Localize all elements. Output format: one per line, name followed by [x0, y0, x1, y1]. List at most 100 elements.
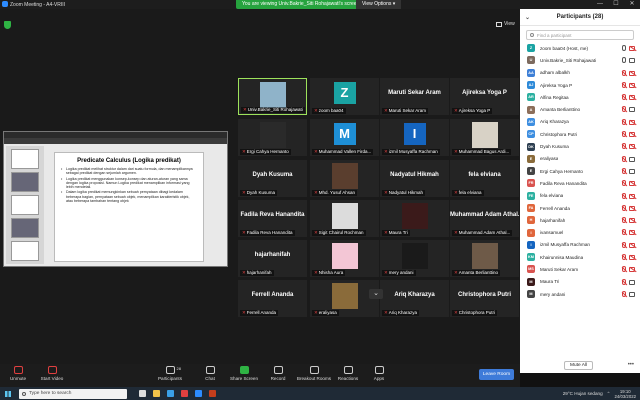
participant-name: hajarhanifah — [540, 217, 566, 223]
participant-row[interactable]: Mmery andani — [520, 288, 640, 300]
video-tile[interactable]: fela elviana ✕fela elviana — [450, 160, 519, 197]
participant-avatar: MS — [527, 265, 535, 274]
participant-status-icons — [622, 106, 635, 113]
participant-row[interactable]: MS Maruti Sekar Aram — [520, 263, 640, 275]
participant-row[interactable]: U Univ.Bakrie_Siti Rohajawati — [520, 54, 640, 66]
mute-all-button[interactable]: Mute All — [564, 361, 594, 370]
participant-row[interactable]: CP Christophora Putri — [520, 128, 640, 140]
tile-display-name: Muhammad Adam Athal... — [450, 212, 519, 218]
taskbar-search-input[interactable]: Type here to search — [19, 388, 127, 399]
video-tile[interactable]: Z ✕zoom baa04 — [310, 78, 379, 115]
view-button[interactable]: View — [496, 21, 515, 27]
share-screen-button[interactable]: Share Screen — [226, 366, 262, 381]
more-icon[interactable]: ••• — [628, 362, 634, 368]
unmute-button[interactable]: Unmute — [0, 366, 36, 381]
participant-row[interactable]: AA adham albalkh — [520, 67, 640, 79]
windows-start-icon[interactable] — [5, 390, 11, 397]
video-tile[interactable]: ✕Muhammad Bagus Ardi... — [450, 119, 519, 156]
participant-row[interactable]: Iizmil Musyaffa Rachman — [520, 239, 640, 251]
participant-row[interactable]: Eeraliyasa — [520, 153, 640, 165]
leave-room-button[interactable]: Leave Room — [479, 369, 514, 380]
participant-row[interactable]: FA Ferrell Ananda — [520, 202, 640, 214]
video-tile[interactable]: hajarhanifah ✕hajarhanifah — [238, 240, 307, 277]
clock[interactable]: 19:10 24/03/2022 — [614, 389, 636, 399]
task-view-icon[interactable] — [139, 390, 146, 397]
record-button[interactable]: Record — [260, 366, 296, 381]
microphone-off-icon — [622, 106, 626, 113]
video-tile[interactable]: ✕mery andani — [380, 240, 449, 277]
participant-row[interactable]: AJ Ajireksa Yoga P — [520, 79, 640, 91]
tile-profile-photo — [401, 243, 428, 269]
shield-icon[interactable] — [4, 21, 11, 29]
view-options-button[interactable]: View Options ▾ — [356, 0, 402, 9]
powerpoint-icon[interactable] — [209, 390, 216, 397]
apps-button[interactable]: Apps — [361, 366, 397, 381]
chevron-down-icon[interactable]: ⌄ — [525, 14, 530, 21]
participant-row[interactable]: M Maura Tri — [520, 276, 640, 288]
participant-status-icons — [622, 131, 635, 138]
participant-search-input[interactable]: Find a participant — [526, 30, 634, 40]
participant-row[interactable]: FR Fadila Reva Hanandita — [520, 177, 640, 189]
video-tile[interactable]: ✕Nhisha Aura — [310, 240, 379, 277]
participant-avatar: U — [527, 56, 535, 65]
video-tile[interactable]: ✕Amanta Berlianttino — [450, 240, 519, 277]
participants-button[interactable]: 28 Participants — [152, 366, 188, 381]
video-tile[interactable]: M ✕Muhammad Vallen Firda... — [310, 119, 379, 156]
slide-thumbnail — [11, 195, 39, 215]
video-tile[interactable]: ✕Ergi Cahya Hernanto — [238, 119, 307, 156]
participant-row[interactable]: Zzoom baa04 (Host, me) — [520, 42, 640, 54]
breakout-rooms-button[interactable]: Breakout Rooms — [294, 366, 334, 381]
shared-screen[interactable]: Predicate Calculus (Logika predikat) Log… — [3, 131, 228, 267]
chat-icon — [205, 366, 215, 374]
participant-row[interactable]: FE fela elviana — [520, 190, 640, 202]
chat-button[interactable]: Chat — [192, 366, 228, 381]
network-icon[interactable]: ⌃ — [607, 391, 611, 397]
microphone-off-icon — [622, 229, 626, 236]
participant-row[interactable]: E Ergi Cahya Hernanto — [520, 165, 640, 177]
video-tile[interactable]: ✕Maura Tri — [380, 200, 449, 237]
participant-row[interactable]: Hhajarhanifah — [520, 214, 640, 226]
video-icon — [629, 279, 635, 285]
next-page-chevron-icon[interactable]: ⌄ — [369, 289, 383, 299]
participant-avatar: FA — [527, 204, 535, 212]
participant-name: Alfina Regitaa — [540, 94, 569, 100]
video-tile[interactable]: ✕Sigit Chairul Rochman — [310, 200, 379, 237]
participant-row[interactable]: AR Alfina Regitaa — [520, 91, 640, 103]
tile-name-label: ✕Nadyatul Hikmah — [382, 190, 426, 196]
file-explorer-icon[interactable] — [153, 390, 160, 397]
microphone-off-icon — [622, 254, 626, 261]
chrome-browser-icon[interactable] — [181, 390, 188, 397]
weather-widget[interactable]: 29°C Hujan sedang — [563, 391, 603, 396]
participant-name: zoom baa04 (Host, me) — [540, 45, 588, 51]
video-tile[interactable]: Ajireksa Yoga P ✕Ajireksa Yoga P — [450, 78, 519, 115]
video-tile[interactable]: Ariq Kharazya ✕Ariq Kharazya — [380, 280, 449, 317]
video-tile[interactable]: ✕Mhd. Yusuf Ahsan — [310, 160, 379, 197]
participant-avatar: FR — [527, 179, 535, 188]
video-tile[interactable]: Christophora Putri ✕Christophora Putri — [450, 280, 519, 317]
maximize-button[interactable]: ☐ — [608, 0, 624, 9]
participant-row[interactable]: KM Khairunnisa Maudina — [520, 251, 640, 263]
microphone-off-icon — [13, 366, 23, 374]
video-tile[interactable]: I ✕izmil Musyaffa Rachman — [380, 119, 449, 156]
video-tile[interactable]: ✕Univ.Bakrie_Siti Rohajawati — [238, 78, 307, 115]
video-tile[interactable]: Nadyatul Hikmah ✕Nadyatul Hikmah — [380, 160, 449, 197]
video-tile[interactable]: ✕eraliyasa — [310, 280, 379, 317]
video-tile[interactable]: Ferrell Ananda ✕Ferrell Ananda — [238, 280, 307, 317]
microphone-off-icon: ✕ — [384, 230, 388, 235]
participant-row[interactable]: A Amanta Berlianttino — [520, 103, 640, 115]
video-tile[interactable]: Dyah Kusuma ✕Dyah Kusuma — [238, 160, 307, 197]
video-tile[interactable]: Muhammad Adam Athal... ✕Muhammad Adam Ath… — [450, 200, 519, 237]
start-video-button[interactable]: Start Video — [34, 366, 70, 381]
participant-row[interactable]: Iivansamuel — [520, 226, 640, 238]
participant-name: Christophora Putri — [540, 131, 578, 137]
participant-name: Dyah Kusuma — [540, 144, 569, 150]
zoom-app-icon[interactable] — [195, 390, 202, 397]
video-tile[interactable]: Fadila Reva Hanandita ✕Fadila Reva Hanand… — [238, 200, 307, 237]
microphone-off-icon: ✕ — [384, 108, 388, 113]
participant-row[interactable]: DK Dyah Kusuma — [520, 140, 640, 152]
video-tile[interactable]: Maruti Sekar Aram ✕Maruti Sekar Aram — [380, 78, 449, 115]
participant-row[interactable]: AK Ariq Kharazya — [520, 116, 640, 128]
minimize-button[interactable]: — — [592, 0, 608, 9]
close-button[interactable]: ✕ — [624, 0, 640, 9]
edge-browser-icon[interactable] — [167, 390, 174, 397]
